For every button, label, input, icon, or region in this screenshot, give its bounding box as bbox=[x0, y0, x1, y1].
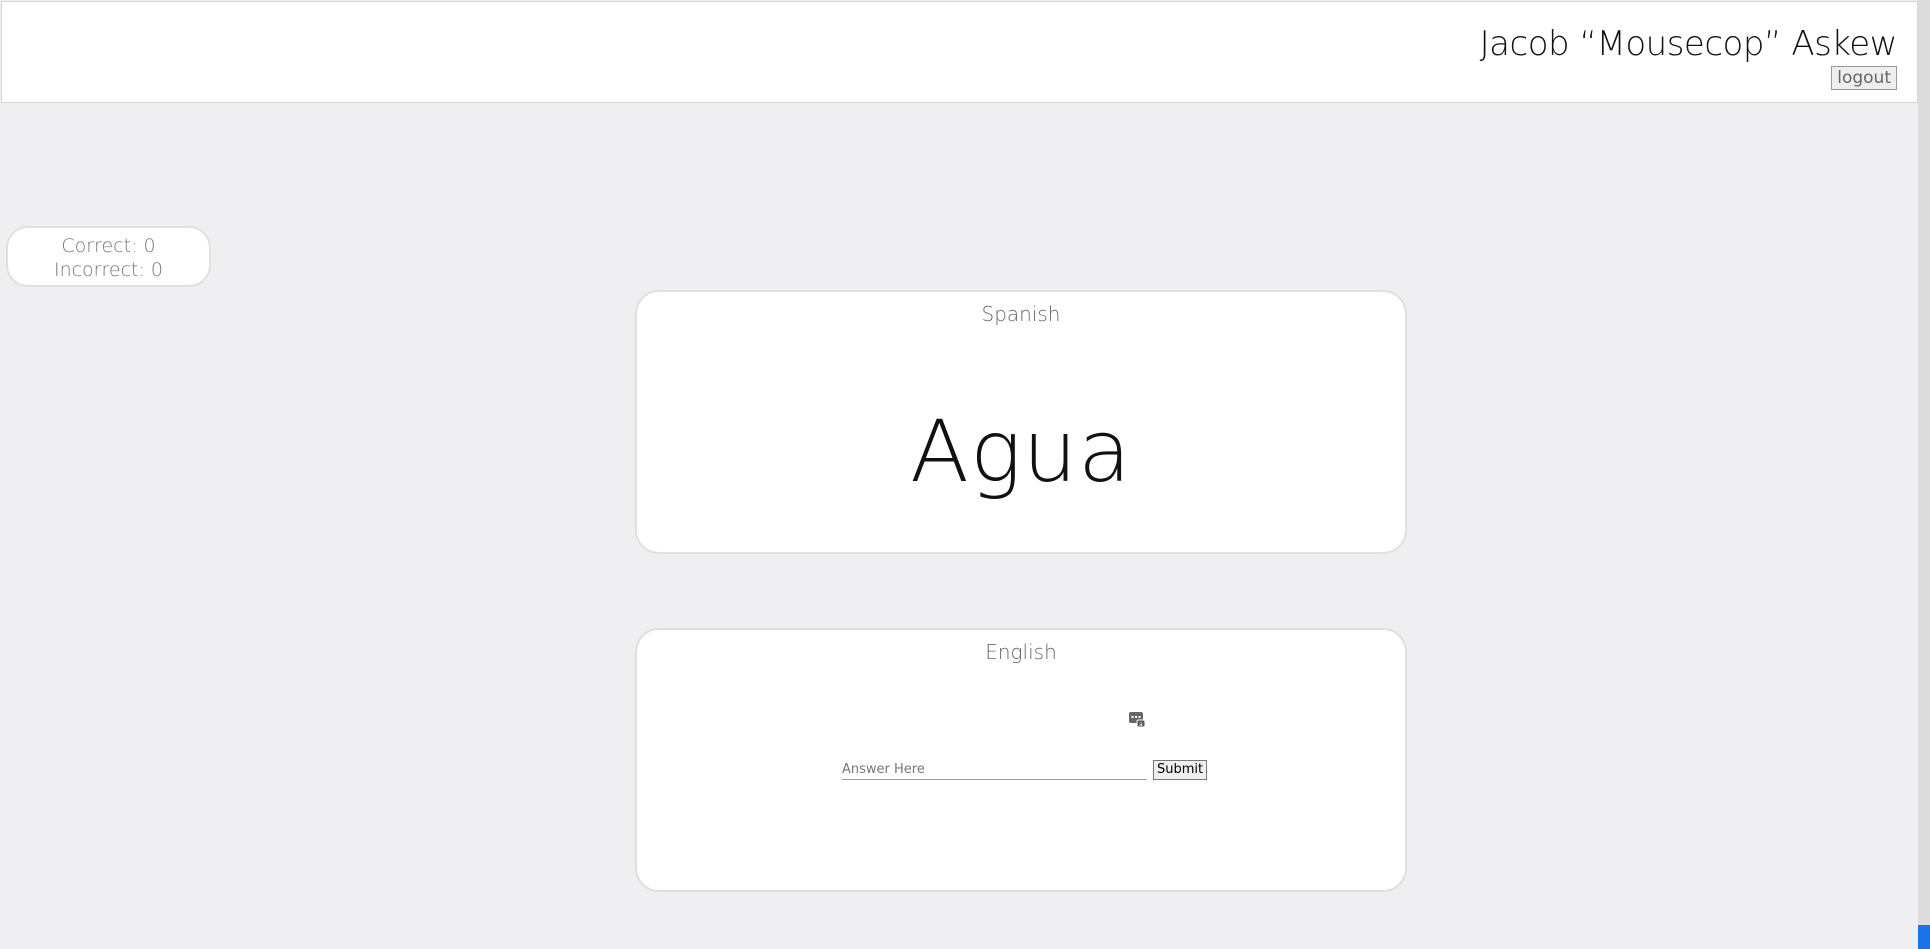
logout-button[interactable]: logout bbox=[1831, 66, 1897, 90]
spanish-card-title: Spanish bbox=[981, 302, 1061, 326]
correct-count: Correct: 0 bbox=[61, 235, 156, 257]
vertical-scrollbar[interactable] bbox=[1918, 0, 1930, 949]
spanish-card: Spanish Agua bbox=[635, 290, 1407, 554]
scroll-corner bbox=[1918, 925, 1930, 949]
english-card: English a Submit bbox=[635, 628, 1407, 892]
answer-row: Submit bbox=[842, 760, 1208, 780]
top-header: Jacob “Mousecop” Askew logout bbox=[1, 1, 1918, 103]
user-name: Jacob “Mousecop” Askew bbox=[1479, 24, 1898, 64]
spanish-word: Agua bbox=[910, 402, 1132, 502]
incorrect-count: Incorrect: 0 bbox=[53, 259, 164, 281]
dictionary-icon[interactable]: a bbox=[1128, 710, 1146, 728]
svg-text:a: a bbox=[1139, 721, 1143, 728]
score-box: Correct: 0 Incorrect: 0 bbox=[6, 226, 211, 287]
submit-button[interactable]: Submit bbox=[1153, 760, 1208, 780]
english-card-title: English bbox=[985, 640, 1057, 664]
answer-input[interactable] bbox=[842, 760, 1147, 780]
